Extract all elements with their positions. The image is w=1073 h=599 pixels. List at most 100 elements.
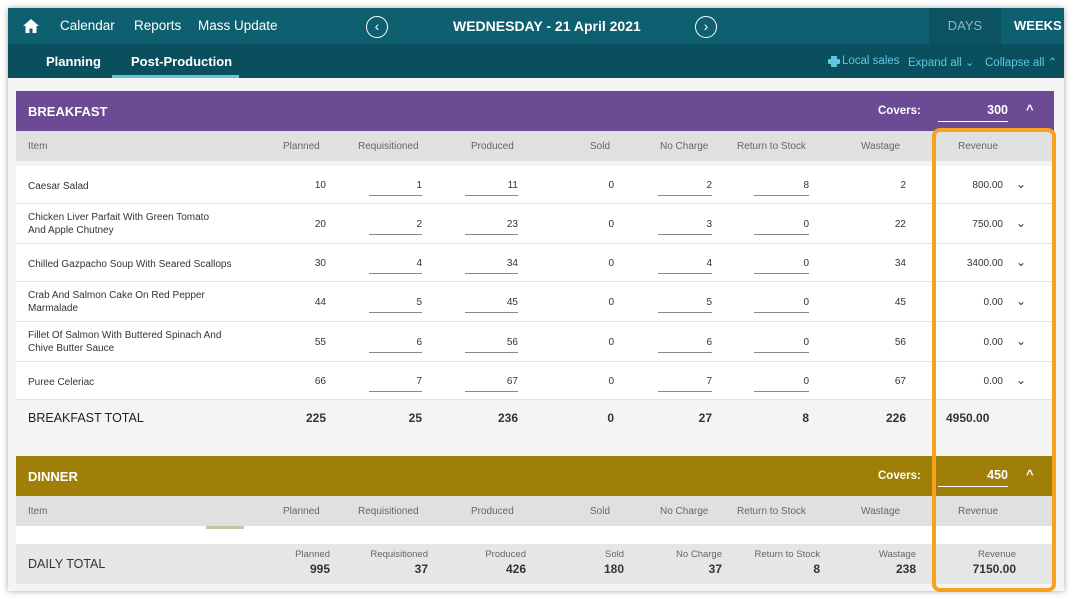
wastage-value: 67 (894, 376, 906, 387)
return-to-stock-input[interactable]: 8 (754, 180, 809, 196)
daily-total-label: DAILY TOTAL (28, 557, 106, 571)
wastage-value: 34 (894, 258, 906, 269)
no-charge-input[interactable]: 3 (658, 219, 712, 235)
col-planned: Planned (283, 141, 320, 152)
daily-planned-value: 995 (309, 562, 330, 576)
produced-input[interactable]: 56 (465, 337, 518, 353)
wastage-value: 56 (894, 337, 906, 348)
item-name: Chicken Liver Parfait With Green Tomato … (28, 212, 210, 236)
total-wastage: 226 (885, 411, 906, 425)
daily-sold: Sold 180 (586, 549, 624, 576)
sold-value: 0 (608, 337, 614, 348)
covers-label: Covers: (878, 470, 921, 482)
requisitioned-input[interactable]: 4 (369, 258, 422, 274)
col-item: Item (28, 506, 48, 517)
col-sold: Sold (590, 141, 611, 152)
sub-nav-bar: Planning Post-Production Local sales Exp… (8, 44, 1064, 78)
printer-icon (828, 56, 840, 67)
col-requisitioned: Requisitioned (358, 141, 419, 152)
daily-requisitioned-label: Requisitioned (370, 549, 428, 560)
requisitioned-input[interactable]: 2 (369, 219, 422, 235)
sold-value: 0 (608, 219, 614, 230)
tab-post-production[interactable]: Post-Production (131, 54, 232, 69)
daily-sold-label: Sold (604, 549, 624, 560)
daily-planned-label: Planned (295, 549, 330, 560)
total-sold: 0 (607, 411, 614, 425)
produced-input[interactable]: 45 (465, 297, 518, 313)
requisitioned-input[interactable]: 6 (369, 337, 422, 353)
daily-sold-value: 180 (603, 562, 624, 576)
weeks-view-toggle[interactable]: WEEKS (1014, 18, 1062, 33)
planned-value: 10 (314, 180, 326, 191)
total-requisitioned: 25 (408, 411, 422, 425)
nav-calendar[interactable]: Calendar (60, 18, 115, 33)
daily-no-charge: No Charge 37 (660, 549, 722, 576)
daily-planned: Planned 995 (276, 549, 330, 576)
section-title: BREAKFAST (28, 104, 108, 119)
sold-value: 0 (608, 376, 614, 387)
nav-mass-update[interactable]: Mass Update (198, 18, 278, 33)
collapse-all-link[interactable]: Collapse all ⌃ (985, 55, 1057, 69)
previous-day-button[interactable]: ‹ (366, 16, 388, 38)
section-title: DINNER (28, 469, 78, 484)
requisitioned-input[interactable]: 1 (369, 180, 422, 196)
row-peek (206, 526, 244, 529)
return-to-stock-input[interactable]: 0 (754, 219, 809, 235)
collapse-section-icon[interactable]: ^ (1026, 102, 1034, 117)
daily-requisitioned-value: 37 (414, 562, 428, 576)
breakfast-total-row: BREAKFAST TOTAL 225 25 236 0 27 8 226 49… (16, 401, 1054, 455)
produced-input[interactable]: 23 (465, 219, 518, 235)
col-no-charge: No Charge (660, 141, 709, 152)
sold-value: 0 (608, 180, 614, 191)
daily-requisitioned: Requisitioned 37 (346, 549, 428, 576)
table-row: Chilled Gazpacho Soup With Seared Scallo… (16, 244, 1054, 282)
return-to-stock-input[interactable]: 0 (754, 337, 809, 353)
nav-reports[interactable]: Reports (134, 18, 181, 33)
daily-return-to-stock-label: Return to Stock (754, 549, 820, 560)
no-charge-input[interactable]: 7 (658, 376, 712, 392)
planned-value: 55 (314, 337, 326, 348)
return-to-stock-input[interactable]: 0 (754, 297, 809, 313)
covers-input[interactable]: 300 (938, 103, 1008, 122)
home-icon[interactable] (22, 17, 40, 35)
wastage-value: 22 (894, 219, 906, 230)
col-produced: Produced (471, 506, 514, 517)
breakfast-column-headers: Item Planned Requisitioned Produced Sold… (16, 131, 1054, 161)
produced-input[interactable]: 67 (465, 376, 518, 392)
total-label: BREAKFAST TOTAL (28, 411, 144, 425)
daily-no-charge-value: 37 (708, 562, 722, 576)
planned-value: 66 (314, 376, 326, 387)
requisitioned-input[interactable]: 7 (369, 376, 422, 392)
covers-label: Covers: (878, 105, 921, 117)
next-day-button[interactable]: › (695, 16, 717, 38)
total-produced: 236 (497, 411, 518, 425)
produced-input[interactable]: 34 (465, 258, 518, 274)
no-charge-input[interactable]: 4 (658, 258, 712, 274)
daily-no-charge-label: No Charge (676, 549, 722, 560)
produced-input[interactable]: 11 (465, 180, 518, 196)
days-view-toggle[interactable]: DAYS (929, 8, 1001, 44)
return-to-stock-input[interactable]: 0 (754, 258, 809, 274)
no-charge-input[interactable]: 2 (658, 180, 712, 196)
tab-planning[interactable]: Planning (46, 54, 101, 69)
local-sales-link[interactable]: Local sales (842, 55, 900, 67)
current-date: WEDNESDAY - 21 April 2021 (453, 18, 641, 34)
planned-value: 44 (314, 297, 326, 308)
daily-return-to-stock-value: 8 (813, 562, 820, 576)
col-requisitioned: Requisitioned (358, 506, 419, 517)
planned-value: 30 (314, 258, 326, 269)
table-row: Crab And Salmon Cake On Red Pepper Marma… (16, 282, 1054, 322)
col-sold: Sold (590, 506, 611, 517)
expand-all-link[interactable]: Expand all ⌄ (908, 55, 975, 69)
table-row: Caesar Salad 10 1 11 0 2 8 2 800.00 ⌄ (16, 166, 1054, 204)
return-to-stock-input[interactable]: 0 (754, 376, 809, 392)
sold-value: 0 (608, 297, 614, 308)
requisitioned-input[interactable]: 5 (369, 297, 422, 313)
col-return-to-stock: Return to Stock (737, 506, 806, 517)
daily-produced-label: Produced (485, 549, 526, 560)
dinner-rows-area (16, 526, 1054, 544)
no-charge-input[interactable]: 6 (658, 337, 712, 353)
item-name: Caesar Salad (28, 181, 89, 192)
no-charge-input[interactable]: 5 (658, 297, 712, 313)
table-row: Fillet Of Salmon With Buttered Spinach A… (16, 322, 1054, 362)
